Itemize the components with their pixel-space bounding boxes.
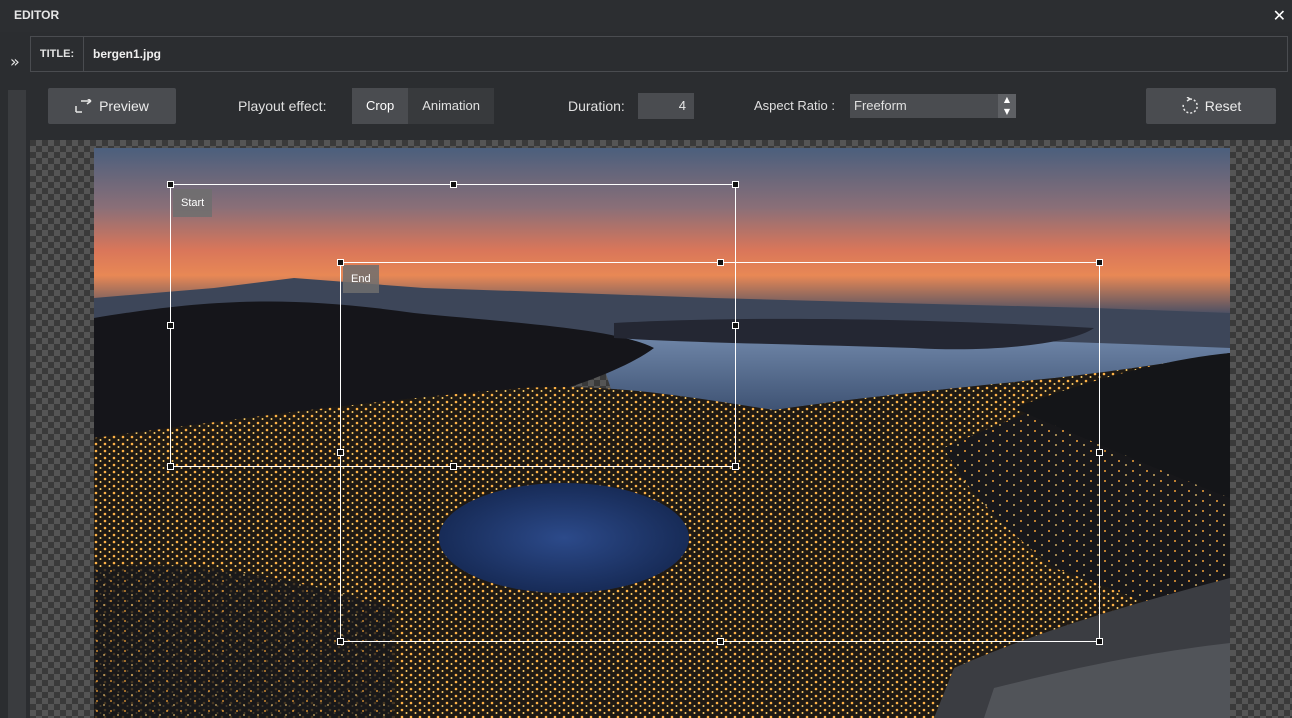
reset-label: Reset: [1204, 98, 1242, 114]
effect-animation-option[interactable]: Animation: [408, 88, 494, 124]
end-handle-left[interactable]: [337, 449, 344, 456]
preview-icon: [75, 99, 92, 113]
end-handle-top-left[interactable]: [337, 259, 344, 266]
start-handle-left[interactable]: [167, 322, 174, 329]
double-chevron-right-icon[interactable]: »: [10, 52, 20, 71]
playout-effect-label: Playout effect:: [238, 98, 327, 114]
preview-button[interactable]: Preview: [48, 88, 176, 124]
end-label: End: [343, 265, 379, 293]
title-field[interactable]: bergen1.jpg: [93, 37, 161, 71]
aspect-ratio-value: Freeform: [854, 98, 907, 113]
end-crop-frame[interactable]: End: [340, 262, 1100, 642]
editor-title: EDITOR: [14, 8, 60, 22]
duration-input[interactable]: 4: [638, 93, 694, 119]
effect-crop-option[interactable]: Crop: [352, 88, 409, 124]
start-handle-top-left[interactable]: [167, 181, 174, 188]
start-handle-bottom-left[interactable]: [167, 463, 174, 470]
close-icon[interactable]: ✕: [1273, 6, 1286, 25]
title-label: TITLE:: [31, 37, 84, 71]
left-scrollbar[interactable]: [8, 90, 26, 718]
duration-label: Duration:: [568, 98, 625, 114]
playout-effect-toggle: Crop Animation: [352, 88, 494, 124]
start-label: Start: [173, 189, 213, 217]
toolbar: Preview Playout effect: Crop Animation D…: [30, 80, 1292, 136]
end-handle-top[interactable]: [717, 259, 724, 266]
end-handle-top-right[interactable]: [1096, 259, 1103, 266]
image-canvas[interactable]: Start End: [30, 140, 1292, 718]
reset-icon: [1182, 97, 1198, 114]
start-handle-top-right[interactable]: [732, 181, 739, 188]
end-handle-bottom-left[interactable]: [337, 638, 344, 645]
title-row: TITLE: bergen1.jpg: [30, 36, 1288, 72]
end-handle-bottom[interactable]: [717, 638, 724, 645]
left-panel-strip: »: [0, 32, 30, 718]
aspect-ratio-select[interactable]: Freeform ▲ ▼: [850, 94, 1016, 118]
reset-button[interactable]: Reset: [1146, 88, 1276, 124]
aspect-ratio-label: Aspect Ratio :: [754, 98, 835, 113]
preview-label: Preview: [99, 98, 149, 114]
end-handle-bottom-right[interactable]: [1096, 638, 1103, 645]
end-handle-right[interactable]: [1096, 449, 1103, 456]
start-handle-top[interactable]: [450, 181, 457, 188]
editor-titlebar: EDITOR ✕: [0, 0, 1292, 32]
select-arrows-icon: ▲ ▼: [998, 94, 1016, 118]
